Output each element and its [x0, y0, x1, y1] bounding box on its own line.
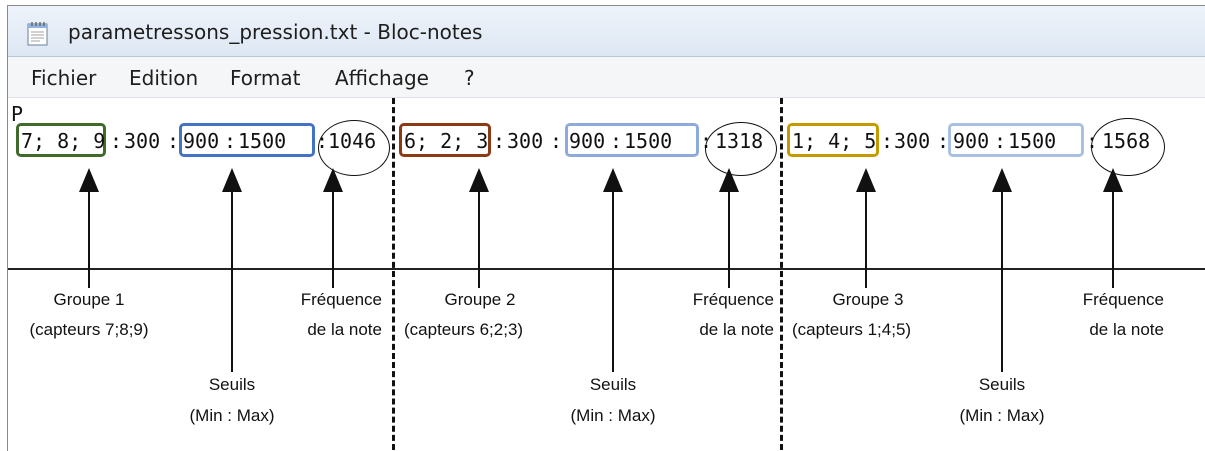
seuils3-sublabel: (Min : Max) — [959, 406, 1045, 425]
group1-sublabel: (capteurs 7;8;9) — [29, 320, 149, 339]
group3-sublabel: (capteurs 1;4;5) — [792, 320, 912, 339]
group1-label: Groupe 1 — [53, 290, 125, 309]
freq3-sublabel: de la note — [1089, 320, 1164, 339]
seuils3-label: Seuils — [978, 375, 1026, 394]
freq1-sublabel: de la note — [307, 320, 382, 339]
freq2-sublabel: de la note — [699, 320, 774, 339]
freq1-label: Fréquence — [300, 290, 382, 309]
seuils1-sublabel: (Min : Max) — [189, 406, 275, 425]
freq2-label: Fréquence — [692, 290, 774, 309]
freq3-label: Fréquence — [1082, 290, 1164, 309]
seuils2-sublabel: (Min : Max) — [570, 406, 656, 425]
group2-label: Groupe 2 — [444, 290, 516, 309]
seuils2-label: Seuils — [589, 375, 637, 394]
seuils1-label: Seuils — [208, 375, 256, 394]
group3-label: Groupe 3 — [832, 290, 904, 309]
group2-sublabel: (capteurs 6;2;3) — [404, 320, 524, 339]
